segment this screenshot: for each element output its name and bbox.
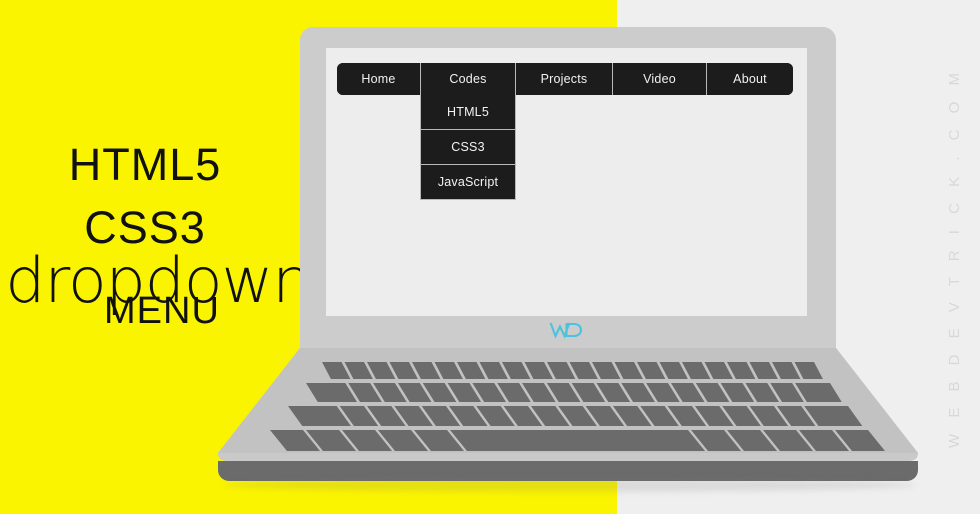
site-navbar[interactable]: Home Codes HTML5 CSS3 JavaScript Project… <box>337 63 793 200</box>
promo-headline: HTML5 CSS3 dropdown MENU <box>0 139 312 346</box>
brand-logo-wd-icon <box>546 318 590 342</box>
nav-item-label: Home <box>361 72 396 86</box>
headline-dropdown-menu-group: dropdown MENU <box>0 250 312 346</box>
dropdown-item-label: JavaScript <box>437 175 499 189</box>
site-watermark: W E B D E V T R I C K . C O M <box>932 0 976 514</box>
nav-item-label: Codes <box>449 72 487 86</box>
nav-item-projects[interactable]: Projects <box>515 63 612 95</box>
headline-menu: MENU <box>104 290 220 332</box>
promo-graphic: HTML5 CSS3 dropdown MENU W E B D E V T R… <box>0 0 980 514</box>
dropdown-item-label: HTML5 <box>447 105 489 119</box>
dropdown-item-css3[interactable]: CSS3 <box>420 130 516 165</box>
dropdown-item-javascript[interactable]: JavaScript <box>420 165 516 200</box>
nav-item-video[interactable]: Video <box>612 63 706 95</box>
nav-item-label: Video <box>643 72 676 86</box>
nav-item-label: About <box>733 72 767 86</box>
laptop-shadow <box>222 478 916 492</box>
dropdown-item-html5[interactable]: HTML5 <box>420 95 516 130</box>
dropdown-menu-codes[interactable]: HTML5 CSS3 JavaScript <box>420 95 516 200</box>
nav-item-codes[interactable]: Codes HTML5 CSS3 JavaScript <box>420 63 516 200</box>
headline-html5: HTML5 <box>68 139 222 190</box>
dropdown-item-label: CSS3 <box>451 140 485 154</box>
watermark-text: W E B D E V T R I C K . C O M <box>945 66 963 448</box>
nav-item-home[interactable]: Home <box>337 63 420 95</box>
laptop-keyboard <box>218 348 918 469</box>
nav-item-label: Projects <box>540 72 588 86</box>
nav-item-about[interactable]: About <box>706 63 793 95</box>
